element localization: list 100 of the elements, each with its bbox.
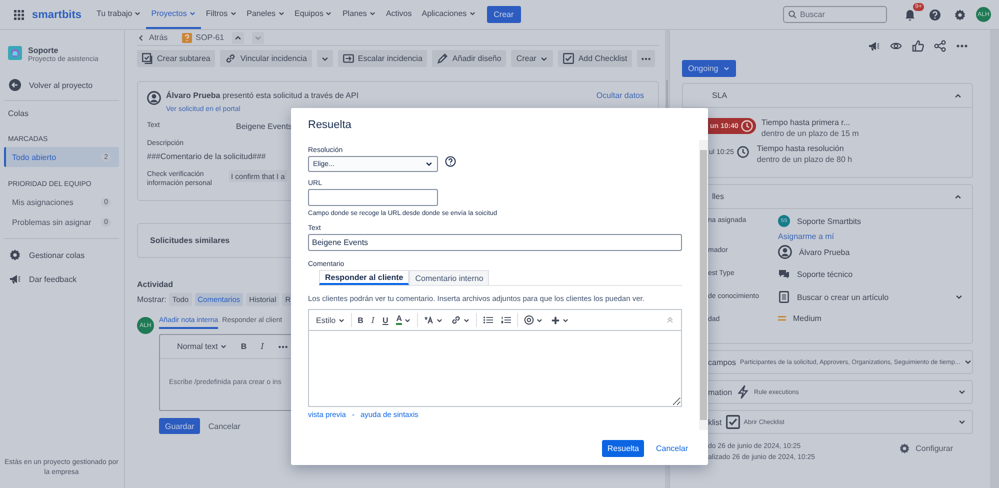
cancel-button[interactable]: Cancelar bbox=[656, 444, 688, 453]
megaphone-icon bbox=[868, 40, 880, 52]
clock-icon bbox=[741, 120, 754, 132]
share-button[interactable] bbox=[932, 38, 948, 54]
bold-button[interactable]: B bbox=[238, 340, 249, 354]
sidebar-link[interactable]: Dar feedback bbox=[4, 267, 119, 291]
link-icon bbox=[451, 315, 462, 325]
font-size-icon bbox=[424, 315, 434, 325]
nav-item[interactable]: Equipos bbox=[290, 0, 338, 29]
sla-name: Tiempo hasta primera r... bbox=[761, 118, 852, 127]
settings-icon bbox=[9, 249, 21, 261]
underline-button[interactable]: U bbox=[380, 314, 390, 326]
chat-icon bbox=[778, 268, 790, 280]
more-icon bbox=[641, 56, 652, 60]
plus-icon bbox=[551, 316, 560, 324]
toolbar-button[interactable]: Añadir diseño bbox=[432, 50, 506, 67]
lightning-icon bbox=[736, 385, 750, 399]
escalate-icon bbox=[342, 53, 354, 64]
field-value: ###Comentario de la solicitud### bbox=[147, 152, 267, 161]
caret-icon bbox=[536, 316, 544, 324]
nav-item[interactable]: Paneles bbox=[242, 0, 290, 29]
caret-icon bbox=[320, 54, 329, 62]
bold-button[interactable]: B bbox=[356, 314, 366, 326]
sidebar-link[interactable]: Gestionar colas bbox=[4, 243, 119, 267]
previous-issue-button[interactable] bbox=[232, 32, 244, 44]
nav-item[interactable]: Aplicaciones bbox=[416, 0, 481, 29]
more-button[interactable] bbox=[637, 50, 656, 67]
italic-button[interactable]: I bbox=[369, 314, 377, 326]
assign-to-me-link[interactable]: Asignarme a mí bbox=[778, 232, 972, 241]
resolve-button[interactable]: Resuelta bbox=[602, 440, 644, 457]
chevron-up-icon bbox=[954, 92, 962, 100]
chevron-left-icon bbox=[137, 34, 145, 42]
status-dropdown[interactable]: Ongoing bbox=[682, 60, 736, 77]
back-link[interactable]: Atrás bbox=[137, 33, 168, 42]
nav-item[interactable]: Filtros bbox=[200, 0, 242, 29]
italic-button[interactable]: I bbox=[258, 340, 266, 354]
dialog-title: Resuelta bbox=[308, 119, 352, 131]
comment-tab[interactable]: Comentario interno bbox=[409, 270, 490, 285]
chevron-down-icon bbox=[958, 418, 966, 426]
collapse-icon bbox=[666, 316, 674, 324]
circle-icon bbox=[524, 315, 534, 325]
configure-button[interactable]: Configurar bbox=[898, 443, 953, 454]
issue-key-link[interactable]: SOP-61 bbox=[182, 32, 224, 42]
nav-item[interactable]: Planes bbox=[337, 0, 381, 29]
save-button[interactable]: Guardar bbox=[159, 418, 200, 434]
chevron-up-icon bbox=[234, 34, 242, 42]
project-name: Soporte bbox=[28, 46, 60, 55]
activity-heading: Actividad bbox=[137, 280, 174, 290]
settings-icon bbox=[898, 443, 910, 454]
caret-icon bbox=[338, 316, 345, 324]
checkbox-icon bbox=[726, 415, 740, 429]
toolbar-button[interactable]: Crear subtarea bbox=[137, 50, 216, 67]
caret-icon bbox=[425, 160, 433, 168]
more-icon bbox=[956, 44, 968, 48]
user-icon bbox=[778, 245, 792, 259]
section-title: mation bbox=[708, 388, 732, 396]
priority-medium-icon bbox=[778, 316, 786, 321]
chevron-down-icon bbox=[964, 358, 972, 366]
text-style-dropdown[interactable]: Normal text bbox=[175, 340, 229, 354]
text-style-dropdown[interactable]: Estilo bbox=[314, 314, 347, 326]
comment-tab[interactable]: Responder al cliente bbox=[319, 270, 410, 285]
clock-icon bbox=[736, 146, 749, 158]
settings-icon bbox=[954, 8, 966, 20]
caret-icon bbox=[220, 343, 227, 350]
thumbs-up-icon bbox=[912, 40, 924, 52]
toolbar-button[interactable]: Add Checklist bbox=[558, 50, 632, 67]
logo-text: smartbits bbox=[32, 8, 82, 20]
nav-item[interactable]: Proyectos bbox=[146, 0, 201, 29]
request-summary: Álvaro Prueba presentó esta solicitud a través de API bbox=[166, 91, 360, 100]
vote-button[interactable] bbox=[910, 38, 926, 54]
document-icon bbox=[778, 291, 790, 303]
caret-icon bbox=[404, 316, 412, 324]
dropdown-button[interactable] bbox=[316, 50, 333, 67]
article-search-field[interactable]: Buscar o crear un artículo bbox=[797, 292, 967, 302]
checklist-icon bbox=[563, 53, 574, 64]
url-input[interactable] bbox=[308, 189, 438, 206]
search-field[interactable]: Buscar bbox=[783, 6, 887, 23]
section-title: klist bbox=[708, 418, 722, 426]
nav-item[interactable]: Activos bbox=[380, 0, 417, 29]
chevron-down-icon bbox=[958, 388, 966, 396]
toolbar-button[interactable]: Vincular incidencia bbox=[220, 50, 312, 67]
create-dropdown-button[interactable]: Crear bbox=[511, 50, 554, 67]
field-value: Soporte técnico bbox=[797, 270, 853, 278]
cancel-button[interactable]: Cancelar bbox=[208, 422, 240, 431]
sla-remaining: dentro de un plazo de 80 h bbox=[756, 155, 852, 164]
hide-data-link[interactable]: Ocultar datos bbox=[596, 91, 644, 100]
caret-icon bbox=[723, 65, 730, 72]
text-color-button[interactable]: A bbox=[394, 313, 414, 327]
caret-icon bbox=[436, 316, 444, 324]
grid-icon bbox=[14, 10, 24, 20]
toolbar-button[interactable]: Escalar incidencia bbox=[338, 50, 428, 67]
subtask-icon bbox=[142, 53, 153, 64]
help-icon bbox=[445, 156, 456, 167]
create-button[interactable]: Crear bbox=[486, 6, 521, 23]
nav-item[interactable]: Tu trabajo bbox=[92, 0, 146, 29]
text-input[interactable]: Beigene Events bbox=[308, 234, 682, 251]
back-to-project-link[interactable]: Volver al proyecto bbox=[4, 73, 119, 101]
sla-name: Tiempo hasta resolución bbox=[756, 144, 845, 153]
numbered-list-icon bbox=[501, 315, 512, 325]
more-icon bbox=[278, 344, 288, 349]
